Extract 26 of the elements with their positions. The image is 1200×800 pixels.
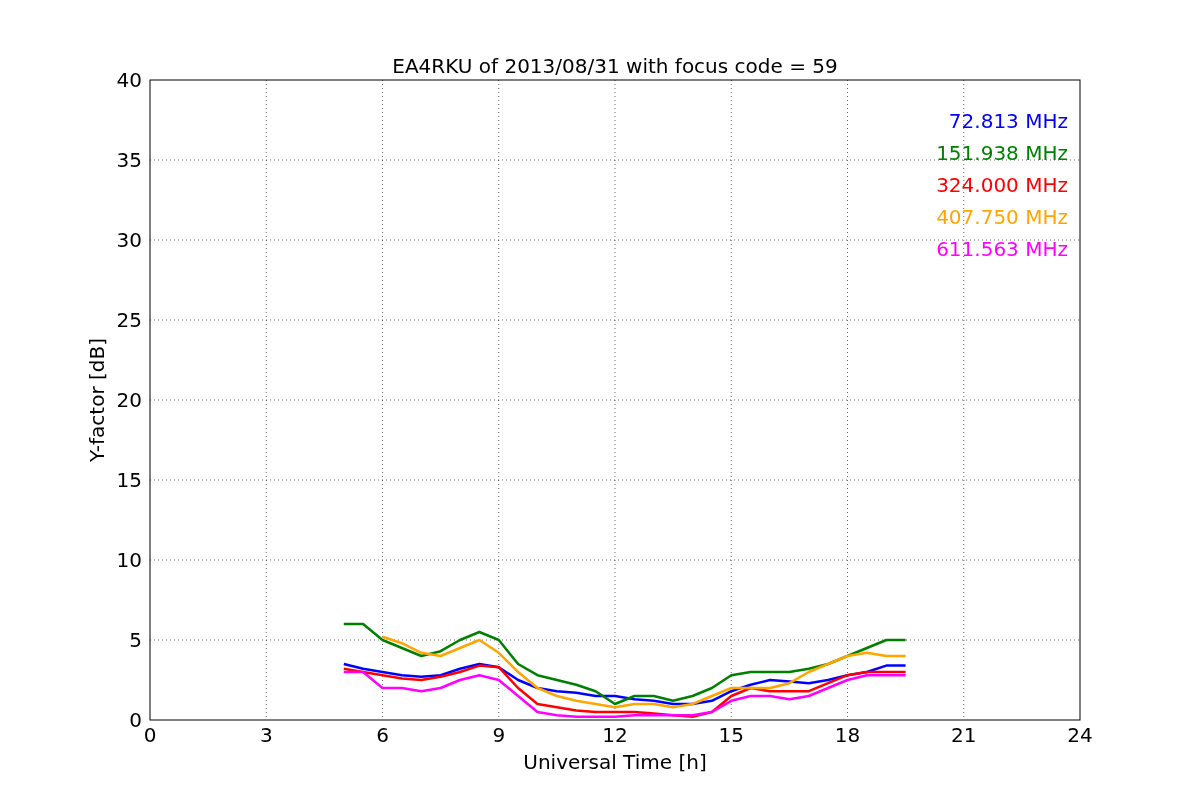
y-tick-label: 40 xyxy=(116,68,142,92)
y-tick-label: 20 xyxy=(116,388,142,412)
x-axis-label: Universal Time [h] xyxy=(523,750,707,774)
y-tick-label: 25 xyxy=(116,308,142,332)
legend-label: 407.750 MHz xyxy=(936,205,1068,229)
chart-title: EA4RKU of 2013/08/31 with focus code = 59 xyxy=(392,54,838,78)
x-tick-label: 24 xyxy=(1067,723,1093,747)
x-tick-label: 15 xyxy=(718,723,744,747)
x-tick-label: 3 xyxy=(259,723,273,747)
legend-label: 611.563 MHz xyxy=(936,237,1068,261)
y-tick-label: 5 xyxy=(129,628,142,652)
x-tick-label: 12 xyxy=(602,723,628,747)
y-axis-label: Y-factor [dB] xyxy=(85,338,109,462)
x-tick-label: 6 xyxy=(376,723,389,747)
y-tick-label: 0 xyxy=(129,708,142,732)
x-tick-label: 18 xyxy=(834,723,861,747)
y-tick-label: 30 xyxy=(116,228,142,252)
y-tick-label: 15 xyxy=(116,468,142,492)
legend-label: 151.938 MHz xyxy=(936,141,1068,165)
x-tick-label: 0 xyxy=(143,723,157,747)
y-tick-label: 10 xyxy=(116,548,142,572)
x-tick-label: 9 xyxy=(492,723,506,747)
x-tick-label: 21 xyxy=(951,723,977,747)
legend-label: 72.813 MHz xyxy=(948,109,1068,133)
legend-label: 324.000 MHz xyxy=(936,173,1068,197)
y-tick-label: 35 xyxy=(116,148,142,172)
